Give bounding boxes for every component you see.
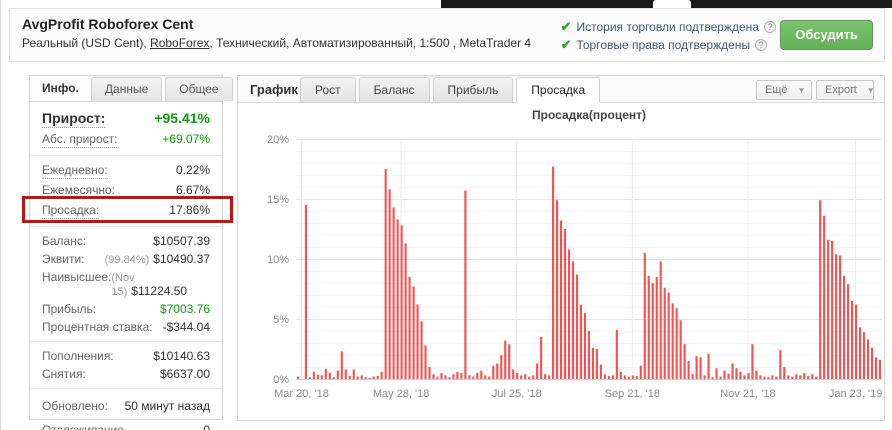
account-meta-text: , Технический, Автоматизированный, 1:500… <box>209 36 532 50</box>
stat-drawdown: Просадка: 17.86% <box>30 201 222 221</box>
stat-daily-label: Ежедневно: <box>42 163 108 179</box>
svg-text:0%: 0% <box>273 374 289 386</box>
sidebar-tabs: Инфо. Данные Общее <box>30 76 233 102</box>
chevron-down-icon: ▼ <box>866 86 875 95</box>
discuss-button[interactable]: Обсудить <box>780 20 873 50</box>
verification-label: История торговли подтверждена <box>576 20 759 34</box>
stat-tracking-label: Отслеживание <box>42 423 124 430</box>
stat-tracking: Отслеживание 0 <box>30 418 222 430</box>
drawdown-chart: 0% 5% 10% 15% 20% Mar 20, '18 May 28, '18 Jul 2… <box>238 103 884 421</box>
more-button[interactable]: Ещё ▼ <box>756 80 812 100</box>
chart-section-label: График <box>250 82 298 97</box>
verification-label: Торговые права подтверждены <box>576 38 751 52</box>
window-edge-notch <box>653 0 691 8</box>
verification-row: ✔ История торговли подтверждена ? <box>561 18 776 36</box>
stat-highest-value: (Nov 15) $11224.50 <box>111 272 188 298</box>
stat-equity-label: Эквити: <box>42 252 85 266</box>
tab-info[interactable]: Инфо. <box>30 76 91 101</box>
stat-deposits: Пополнения: $10140.63 <box>30 347 222 365</box>
svg-text:Jan 23, '19: Jan 23, '19 <box>829 388 882 400</box>
stat-highest: Наивысшее: (Nov 15) $11224.50 <box>30 268 222 300</box>
svg-text:Nov 21, '18: Nov 21, '18 <box>720 388 775 400</box>
stat-equity-value: (99.84%) $10490.37 <box>104 252 210 266</box>
stat-equity: Эквити: (99.84%) $10490.37 <box>30 250 222 268</box>
stat-monthly: Ежемесячно: 6.67% <box>30 181 222 201</box>
svg-text:15%: 15% <box>267 194 289 206</box>
stat-balance-label: Баланс: <box>42 234 87 248</box>
chart-panel: График Рост Баланс Прибыль Просадка Ещё ▼… <box>237 75 885 421</box>
checkmark-icon: ✔ <box>560 19 572 34</box>
stat-withdrawals: Снятия: $6637.00 <box>30 365 222 383</box>
stat-drawdown-value: 17.86% <box>169 203 210 217</box>
sidebar-stats: Прирост: +95.41% Абс. прирост: +69.07% Е… <box>30 102 222 430</box>
account-subtitle: Реальный (USD Cent), RoboForex, Техничес… <box>22 36 531 50</box>
stat-gain-label: Прирост: <box>42 110 106 128</box>
stat-updated-label: Обновлено: <box>42 399 108 413</box>
stat-withdrawals-value: $6637.00 <box>159 367 210 381</box>
stat-profit: Прибыль: $7003.76 <box>30 300 222 318</box>
tab-general[interactable]: Общее <box>165 77 233 101</box>
stat-drawdown-label: Просадка: <box>42 203 100 219</box>
svg-text:5%: 5% <box>273 314 289 326</box>
stat-withdrawals-label: Снятия: <box>42 367 86 381</box>
page-title: AvgProfit Roboforex Cent <box>22 16 194 32</box>
help-icon[interactable]: ? <box>755 39 768 51</box>
stat-gain-value: +95.41% <box>154 110 210 126</box>
checkmark-icon: ✔ <box>560 37 572 52</box>
stat-balance: Баланс: $10507.39 <box>30 232 222 250</box>
stat-profit-value: $7003.76 <box>159 302 210 316</box>
stat-updated: Обновлено: 50 минут назад <box>30 394 222 418</box>
verification-block: ✔ История торговли подтверждена ? ✔ Торг… <box>561 18 776 54</box>
stat-equity-percent: (99.84%) <box>104 254 150 266</box>
info-sidebar: Инфо. Данные Общее Прирост: +95.41% Абс.… <box>29 75 233 430</box>
tab-data[interactable]: Данные <box>90 77 163 101</box>
window-edge <box>441 0 892 8</box>
chart-tabs: Рост Баланс Прибыль Просадка <box>300 77 603 103</box>
divider <box>30 388 222 389</box>
stat-monthly-label: Ежемесячно: <box>42 183 116 199</box>
stat-daily: Ежедневно: 0.22% <box>30 161 222 181</box>
stat-balance-value: $10507.39 <box>153 234 210 248</box>
tab-drawdown[interactable]: Просадка <box>516 77 601 103</box>
account-type-text: Реальный (USD Cent), <box>22 36 151 50</box>
divider <box>30 341 222 342</box>
stat-deposits-value: $10140.63 <box>153 349 210 363</box>
svg-text:Mar 20, '18: Mar 20, '18 <box>274 388 329 400</box>
tab-profit[interactable]: Прибыль <box>432 77 514 103</box>
svg-text:Jul 25, '18: Jul 25, '18 <box>492 388 542 400</box>
stat-gain: Прирост: +95.41% <box>30 108 222 130</box>
stat-interest-value: -$344.04 <box>162 320 210 334</box>
svg-text:Sep 21, '18: Sep 21, '18 <box>605 388 660 400</box>
divider <box>30 226 222 227</box>
stat-monthly-value: 6.67% <box>175 183 210 197</box>
chevron-down-icon: ▼ <box>797 86 806 95</box>
chart-header: График Рост Баланс Прибыль Просадка Ещё ▼… <box>238 76 884 103</box>
tab-balance[interactable]: Баланс <box>358 77 430 103</box>
stat-deposits-label: Пополнения: <box>42 349 114 363</box>
stat-abs-gain-value: +69.07% <box>162 132 210 146</box>
stat-tracking-value: 0 <box>203 423 210 430</box>
stat-interest-label: Процентная ставка: <box>42 320 153 334</box>
stat-updated-value: 50 минут назад <box>124 399 210 413</box>
stat-highest-label: Наивысшее: <box>42 270 112 284</box>
tab-growth[interactable]: Рост <box>300 77 356 103</box>
svg-text:20%: 20% <box>267 134 289 146</box>
svg-text:10%: 10% <box>267 254 289 266</box>
help-icon[interactable]: ? <box>764 21 776 33</box>
svg-text:May 28, '18: May 28, '18 <box>373 388 430 400</box>
export-button[interactable]: Export ▼ <box>816 80 875 100</box>
divider <box>30 155 222 156</box>
broker-link[interactable]: RoboForex <box>150 36 209 50</box>
stat-interest: Процентная ставка: -$344.04 <box>30 318 222 336</box>
stat-daily-value: 0.22% <box>175 163 210 177</box>
stat-profit-label: Прибыль: <box>42 302 97 316</box>
verification-row: ✔ Торговые права подтверждены ? <box>561 36 776 54</box>
stat-abs-gain: Абс. прирост: +69.07% <box>30 130 222 150</box>
svg-text:Просадка(процент): Просадка(процент) <box>532 108 646 122</box>
stat-abs-gain-label: Абс. прирост: <box>42 132 118 148</box>
account-header: AvgProfit Roboforex Cent Реальный (USD C… <box>9 8 885 62</box>
